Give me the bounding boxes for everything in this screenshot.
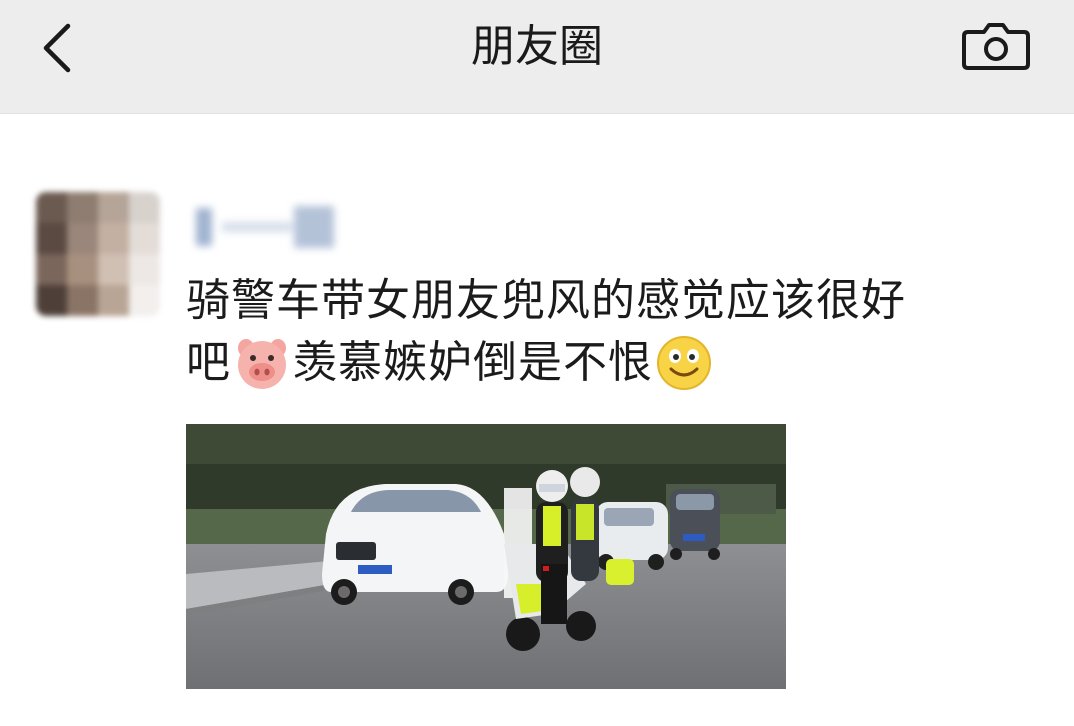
post-content: 骑警车带女朋友兜风的感觉应该很好 吧 羡慕嫉妒倒是不恨 <box>186 270 1026 394</box>
nickname-blurred[interactable] <box>186 200 356 254</box>
top-navigation-bar: 朋友圈 <box>0 0 1074 114</box>
post-text-segment: 吧 <box>186 337 231 388</box>
pig-face-emoji <box>238 339 286 389</box>
post-text-line-2: 吧 羡慕嫉妒倒是不恨 <box>186 332 1026 394</box>
page-title: 朋友圈 <box>471 21 603 72</box>
post-text-segment: 羡慕嫉妒倒是不恨 <box>293 337 653 388</box>
camera-icon[interactable] <box>960 16 1032 76</box>
post-text-line-1: 骑警车带女朋友兜风的感觉应该很好 <box>186 275 906 326</box>
avatar[interactable] <box>36 192 160 316</box>
police-motorcycle-photo[interactable] <box>186 424 786 689</box>
smile-emoji <box>657 336 711 390</box>
